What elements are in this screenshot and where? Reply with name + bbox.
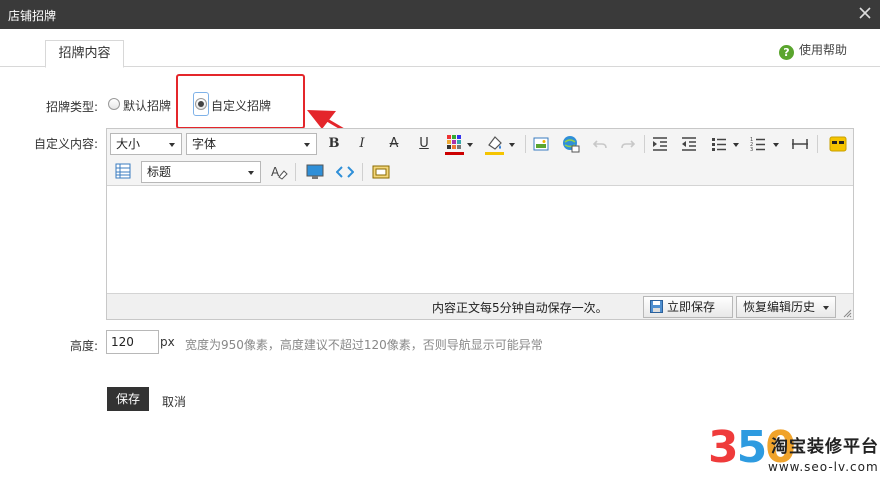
toolbar-divider [525,135,526,153]
height-input[interactable]: 120 [106,330,159,354]
toolbar-divider [295,163,296,181]
numbered-list-icon[interactable]: 1 2 3 [750,136,768,152]
editor-content-area[interactable] [107,186,853,293]
save-now-button[interactable]: 立即保存 [643,296,733,318]
restore-history-label: 恢复编辑历史 [743,300,816,314]
underline-button[interactable]: U [414,134,434,154]
toolbar-divider [644,135,645,153]
chevron-down-icon[interactable] [467,143,473,147]
font-family-select[interactable]: 字体 [186,133,317,155]
horizontal-rule-icon[interactable] [791,136,809,152]
font-size-select-value: 大小 [116,137,141,151]
insert-link-icon[interactable] [562,135,580,153]
save-now-label: 立即保存 [667,300,716,314]
source-code-icon[interactable] [336,164,354,180]
toolbar-divider [362,163,363,181]
autosave-notice: 内容正文每5分钟自动保存一次。 [432,301,608,315]
highlight-color-icon[interactable] [485,134,505,156]
strikethrough-button[interactable]: A [384,134,404,154]
heading-select[interactable]: 标题 [141,161,261,183]
svg-text:3: 3 [750,147,753,152]
watermark-brand: 淘宝装修平台 [771,437,879,457]
editor-statusbar: 内容正文每5分钟自动保存一次。 立即保存 恢复编辑历史 [107,293,853,319]
chevron-down-icon[interactable] [509,143,515,147]
chevron-down-icon [823,306,829,310]
font-size-select[interactable]: 大小 [110,133,182,155]
text-color-icon[interactable] [445,134,465,156]
chevron-down-icon [248,171,254,175]
redo-icon[interactable] [620,136,636,152]
emoticon-icon[interactable] [829,136,847,152]
outdent-icon[interactable] [681,136,697,152]
fullscreen-icon[interactable] [372,164,390,180]
editor-toolbar: 大小 字体 B I A U 1 2 3 标题 A [107,129,853,186]
save-button[interactable]: 保存 [107,387,149,411]
site-watermark: 350 淘宝装修平台 www.seo-lv.com [708,423,878,481]
font-family-select-value: 字体 [192,137,217,151]
italic-button[interactable]: I [352,134,372,154]
chevron-down-icon [304,143,310,147]
media-icon[interactable] [306,164,324,180]
chevron-down-icon[interactable] [773,143,779,147]
custom-content-label: 自定义内容: [33,137,98,151]
cancel-button[interactable]: 取消 [162,393,186,410]
indent-icon[interactable] [652,136,668,152]
watermark-url: www.seo-lv.com [768,460,879,474]
clear-format-icon[interactable]: A [270,163,288,181]
chevron-down-icon[interactable] [733,143,739,147]
floppy-disk-icon [650,300,663,313]
heading-select-value: 标题 [147,165,172,179]
bullet-list-icon[interactable] [711,136,729,152]
height-label: 高度: [69,339,98,353]
insert-image-icon[interactable] [533,136,549,152]
rich-text-editor: 大小 字体 B I A U 1 2 3 标题 A 内容正文每5分钟自动保存一次。… [106,128,854,320]
undo-icon[interactable] [592,136,608,152]
toolbar-divider [817,135,818,153]
bold-button[interactable]: B [324,134,344,154]
resize-handle-icon[interactable] [843,309,852,318]
height-hint: 宽度为950像素，高度建议不超过120像素，否则导航显示可能异常 [185,338,543,352]
height-unit: px [160,335,175,349]
restore-history-button[interactable]: 恢复编辑历史 [736,296,836,318]
table-icon[interactable] [115,163,131,179]
chevron-down-icon [169,143,175,147]
